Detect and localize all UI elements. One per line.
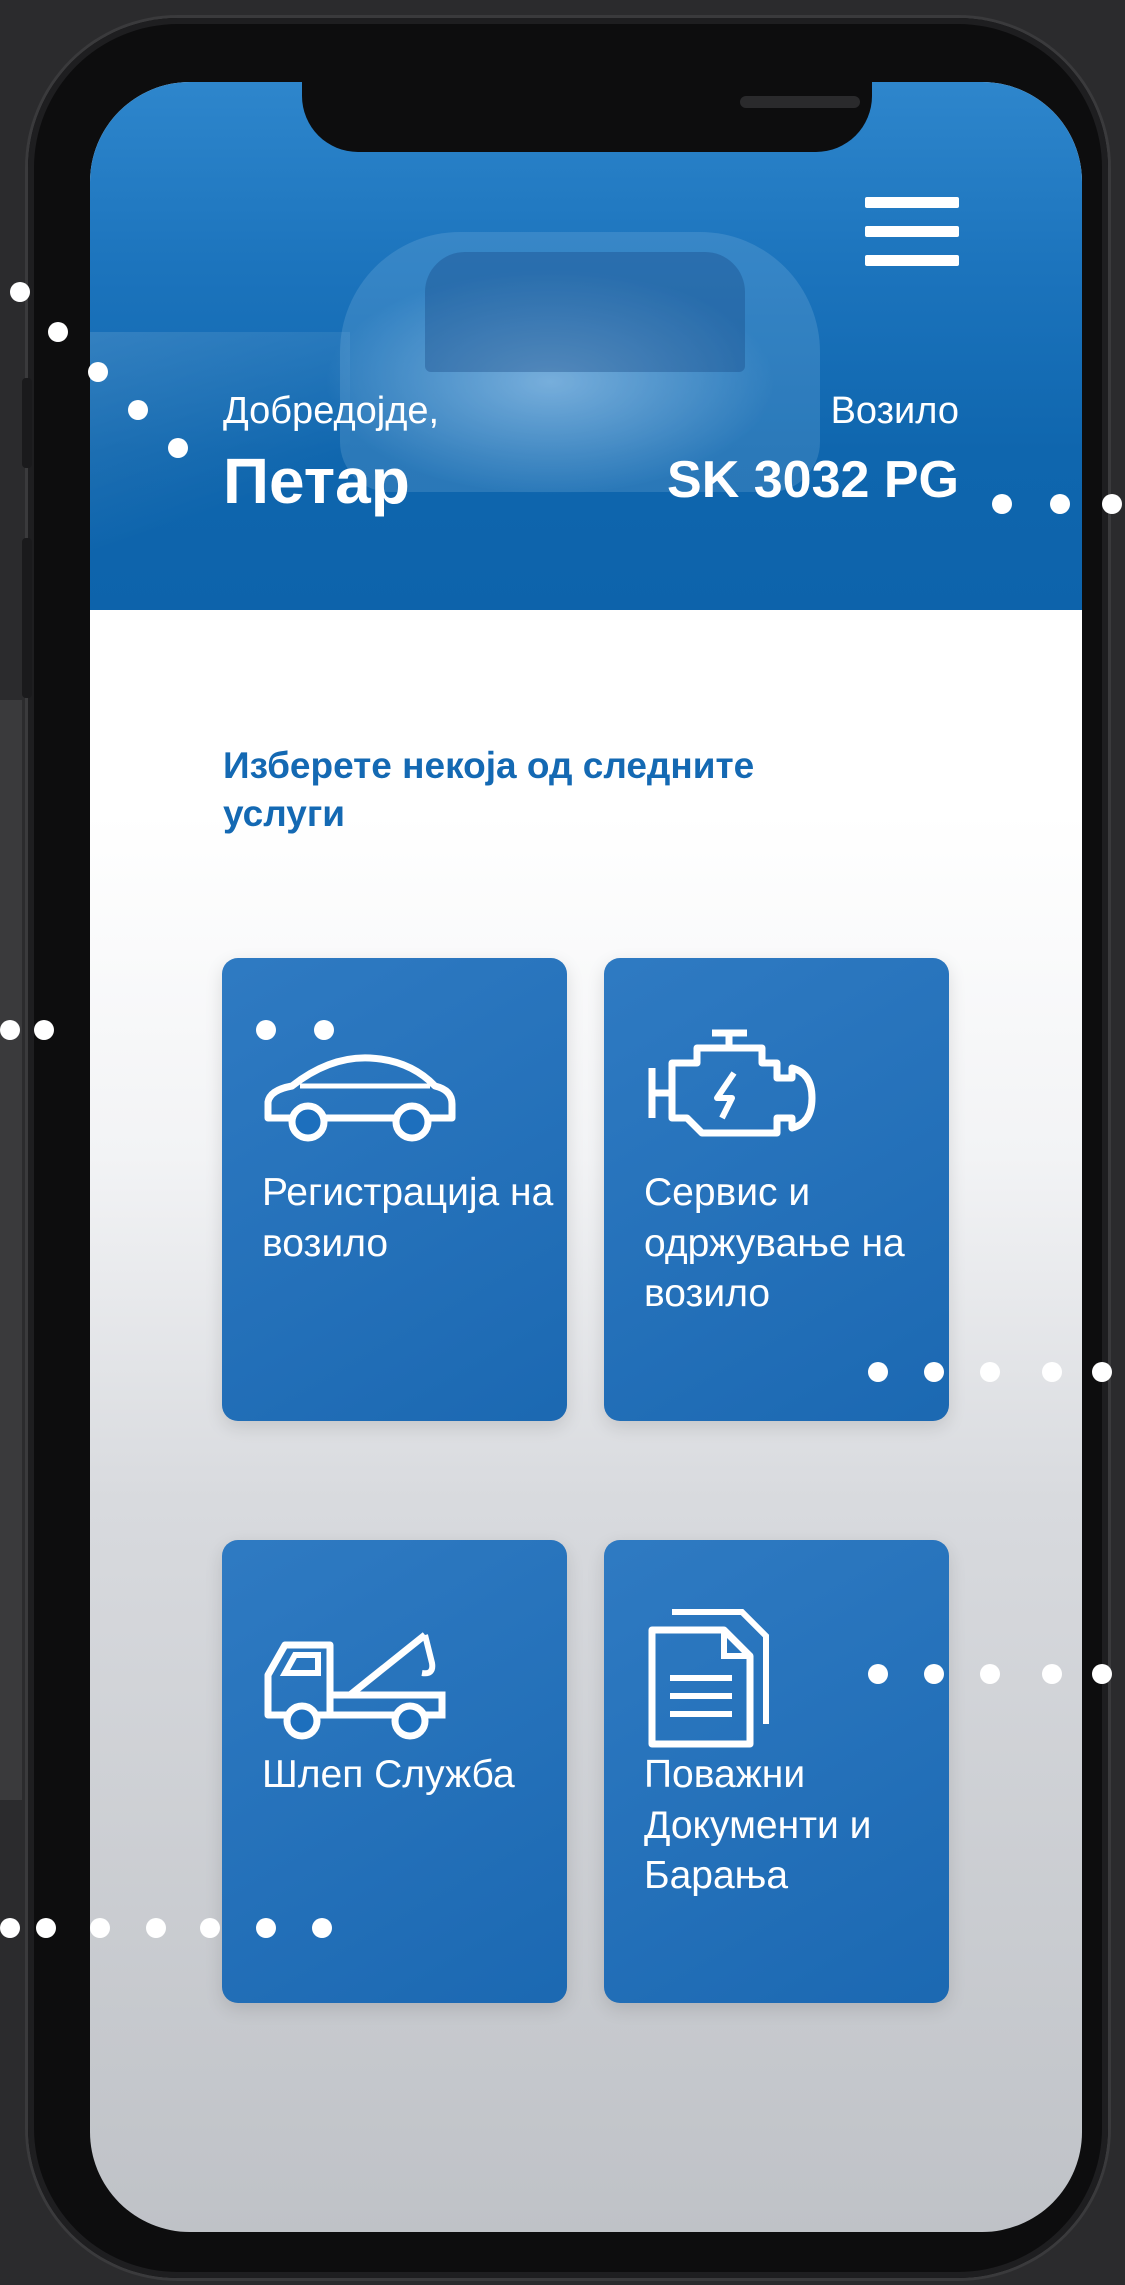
notch bbox=[302, 82, 872, 152]
welcome-label: Добредојде, bbox=[223, 390, 440, 432]
menu-icon[interactable] bbox=[865, 197, 959, 267]
backdrop-edge bbox=[0, 700, 22, 1800]
service-tile-label: Поважни Документи и Барања bbox=[644, 1753, 872, 1898]
documents-icon bbox=[642, 1598, 782, 1753]
vehicle-label: Возило bbox=[830, 390, 959, 432]
car-windshield-graphic bbox=[425, 252, 745, 372]
car-icon bbox=[260, 1046, 460, 1151]
speaker bbox=[740, 96, 860, 108]
side-button bbox=[22, 378, 32, 468]
app-screen: Добредојде, Петар Возило SK 3032 PG Избе… bbox=[90, 82, 1082, 2232]
service-tile-label: Шлеп Служба bbox=[262, 1753, 515, 1796]
service-tile-label: Регистрација на возило bbox=[262, 1171, 554, 1265]
tow-truck-icon bbox=[260, 1625, 450, 1750]
service-tile-documents[interactable]: Поважни Документи и Барања bbox=[604, 1540, 949, 2003]
vehicle-plate[interactable]: SK 3032 PG bbox=[667, 450, 959, 510]
engine-icon bbox=[642, 1018, 822, 1153]
services-prompt: Изберете некоја од следните услуги bbox=[223, 745, 755, 835]
header-hero: Добредојде, Петар Возило SK 3032 PG bbox=[90, 82, 1082, 612]
volume-button bbox=[22, 538, 32, 698]
service-tile-maintenance[interactable]: Сервис и одржување на возило bbox=[604, 958, 949, 1421]
user-name: Петар bbox=[223, 445, 410, 517]
service-tile-label: Сервис и одржување на возило bbox=[644, 1171, 905, 1316]
